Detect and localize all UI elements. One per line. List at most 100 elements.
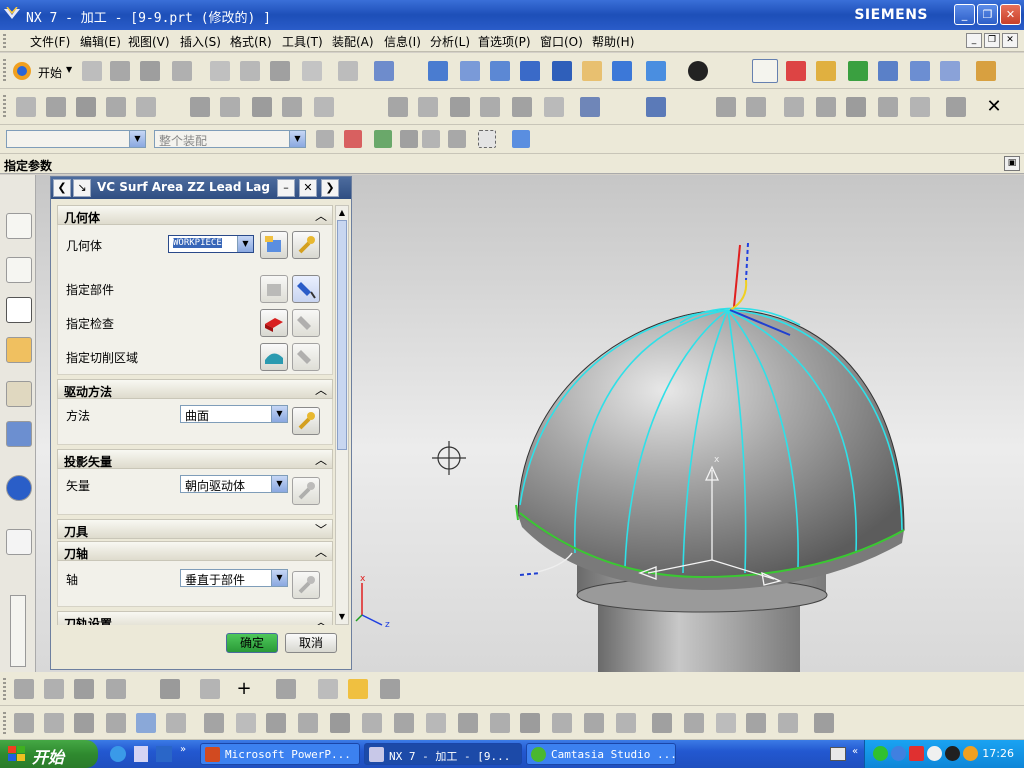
resource-scrollbar[interactable] (10, 595, 26, 667)
save-icon[interactable] (140, 61, 160, 81)
tb2-icon-16[interactable] (490, 713, 510, 733)
pan-icon[interactable] (582, 61, 602, 81)
nx-start-icon[interactable] (12, 61, 32, 81)
tb2-icon-5[interactable] (136, 713, 156, 733)
link-icon[interactable] (200, 679, 220, 699)
tb2-icon-22[interactable] (684, 713, 704, 733)
xp-start-button[interactable]: 开始 (0, 740, 98, 768)
tb2-icon-12[interactable] (362, 713, 382, 733)
simulate-icon[interactable] (512, 97, 532, 117)
tb1-icon-7[interactable] (318, 679, 338, 699)
close-x-icon[interactable]: ✕ (984, 97, 1004, 117)
tool-axis-select[interactable]: 垂直于部件 ▼ (180, 569, 288, 587)
body-rule-icon[interactable] (422, 130, 440, 148)
geometry-select[interactable]: WORKPIECE ▼ (168, 235, 254, 253)
scroll-up-icon[interactable]: ▲ (337, 208, 347, 218)
info-icon[interactable] (6, 475, 32, 501)
tray-icon-1[interactable] (873, 746, 888, 761)
task-camtasia[interactable]: Camtasia Studio ... (526, 743, 677, 765)
filter-icon[interactable] (316, 130, 334, 148)
section-geometry-header[interactable]: 几何体 ︿ (57, 205, 333, 225)
projection-vector-select[interactable]: 朝向驱动体 ▼ (180, 475, 288, 493)
measure-icon[interactable] (816, 61, 836, 81)
tb2-icon-3[interactable] (74, 713, 94, 733)
tb2-icon-17[interactable] (520, 713, 540, 733)
quicklaunch-icon-2[interactable] (134, 746, 148, 762)
tb2-icon-26[interactable] (814, 713, 834, 733)
web-browser-icon[interactable] (6, 529, 32, 555)
snap-icon[interactable] (786, 61, 806, 81)
keyboard-icon[interactable] (830, 747, 846, 761)
print-icon[interactable] (172, 61, 192, 81)
tb2-icon-21[interactable] (652, 713, 672, 733)
toolbar-grip[interactable] (3, 712, 6, 734)
tb2-icon-24[interactable] (746, 713, 766, 733)
menu-item-help[interactable]: 帮助(H) (592, 33, 634, 50)
fit-view-icon[interactable] (428, 61, 448, 81)
tb2-icon-8[interactable] (236, 713, 256, 733)
object-icon[interactable] (746, 97, 766, 117)
tb1-icon-5[interactable] (160, 679, 180, 699)
reuse-library-icon[interactable] (6, 337, 32, 363)
start-dropdown-icon[interactable]: ▼ (66, 65, 72, 74)
post-icon[interactable] (580, 97, 600, 117)
tb2-icon-7[interactable] (204, 713, 224, 733)
delete-operation-icon[interactable] (314, 97, 334, 117)
tb2-icon-15[interactable] (458, 713, 478, 733)
menu-item-format[interactable]: 格式(R) (230, 33, 272, 50)
copy-icon[interactable] (240, 61, 260, 81)
mdi-restore-button[interactable]: ❐ (984, 33, 1000, 48)
generate-icon[interactable] (388, 97, 408, 117)
find-icon[interactable] (846, 97, 866, 117)
quicklaunch-more-icon[interactable]: » (180, 744, 186, 755)
tb2-icon-10[interactable] (298, 713, 318, 733)
maximize-view-button[interactable]: ▣ (1004, 156, 1020, 171)
speaker-icon[interactable] (963, 746, 978, 761)
menu-item-tools[interactable]: 工具(T) (282, 33, 323, 50)
mdi-minimize-button[interactable]: _ (966, 33, 982, 48)
feature-rule-icon[interactable] (448, 130, 466, 148)
tb2-icon-25[interactable] (778, 713, 798, 733)
toolbar-grip[interactable] (3, 59, 6, 83)
machine-tool-view-icon[interactable] (220, 97, 240, 117)
menu-item-assembly[interactable]: 装配(A) (332, 33, 374, 50)
drive-method-select[interactable]: 曲面 ▼ (180, 405, 288, 423)
tb2-icon-11[interactable] (330, 713, 350, 733)
edit-axis-button[interactable] (292, 571, 320, 599)
scroll-down-icon[interactable]: ▼ (337, 612, 347, 622)
render-style-icon[interactable] (688, 61, 708, 81)
information-icon[interactable] (374, 61, 394, 81)
cancel-button[interactable]: 取消 (285, 633, 337, 653)
tb2-icon-9[interactable] (266, 713, 286, 733)
postprocess-icon[interactable] (910, 61, 930, 81)
tb2-icon-19[interactable] (584, 713, 604, 733)
tb1-icon-8[interactable] (348, 679, 368, 699)
verify-path-icon[interactable] (878, 61, 898, 81)
wcs-icon[interactable] (752, 59, 778, 83)
orient-view-icon[interactable] (646, 61, 666, 81)
verify-icon[interactable] (480, 97, 500, 117)
scroll-thumb[interactable] (337, 220, 347, 450)
display-icon[interactable] (910, 97, 930, 117)
menu-item-info[interactable]: 信息(I) (384, 33, 421, 50)
move-object-icon[interactable] (816, 97, 836, 117)
edit-geometry-button[interactable] (292, 231, 320, 259)
start-menu-button[interactable]: 开始 (38, 64, 62, 81)
tb2-icon-20[interactable] (616, 713, 636, 733)
edit-vector-button[interactable] (292, 477, 320, 505)
tb2-icon-18[interactable] (552, 713, 572, 733)
rotate-icon[interactable] (552, 61, 572, 81)
shop-doc-icon[interactable] (940, 61, 960, 81)
dialog-reset-button[interactable]: ↘ (73, 179, 91, 197)
part-navigator-icon[interactable] (6, 297, 32, 323)
cut-icon[interactable] (210, 61, 230, 81)
ok-button[interactable]: 确定 (226, 633, 278, 653)
machine-navigator-icon[interactable] (6, 257, 32, 283)
tray-icon-4[interactable] (927, 746, 942, 761)
snap-point-icon[interactable] (344, 130, 362, 148)
tray-icon-3[interactable] (909, 746, 924, 761)
section-axis-header[interactable]: 刀轴 ︿ (57, 541, 333, 561)
curve-rule-icon[interactable] (374, 130, 392, 148)
menu-item-window[interactable]: 窗口(O) (540, 33, 583, 50)
menu-item-edit[interactable]: 编辑(E) (80, 33, 121, 50)
